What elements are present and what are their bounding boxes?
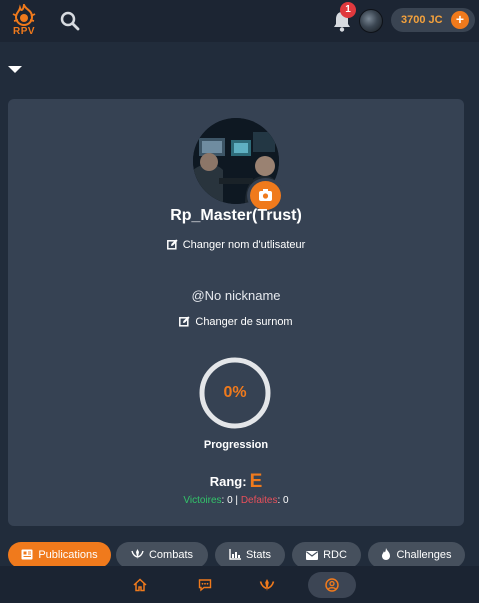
progress-label: Progression — [203, 439, 269, 451]
chart-icon — [229, 549, 241, 560]
tab-challenges[interactable]: Challenges — [368, 542, 465, 568]
rpv-logo[interactable]: RPV — [10, 1, 38, 38]
swords-icon — [259, 579, 275, 591]
rank-label: Rang: — [209, 474, 247, 489]
chevron-down-icon[interactable] — [8, 66, 22, 73]
tab-label: RDC — [323, 549, 347, 561]
rank-value: E — [249, 471, 263, 492]
nav-combats[interactable] — [243, 572, 291, 598]
change-nickname-label: Changer de surnom — [195, 316, 293, 328]
victories-value: : 0 — [221, 495, 233, 506]
change-username-label: Changer nom d'utlisateur — [182, 239, 306, 251]
home-icon — [133, 578, 147, 592]
avatar[interactable] — [359, 9, 383, 33]
nickname: @No nickname — [191, 288, 281, 303]
stats-separator: | — [232, 495, 241, 506]
defeats-value: : 0 — [277, 495, 289, 506]
tab-label: Publications — [38, 549, 98, 561]
profile-card: Rp_Master(Trust) Changer nom d'utlisateu… — [8, 99, 464, 526]
coins-balance[interactable]: 3700 JC + — [391, 8, 475, 32]
coins-label: 3700 JC — [401, 14, 443, 26]
change-nickname-link[interactable]: Changer de surnom — [8, 316, 464, 328]
chat-icon — [198, 579, 212, 592]
search-icon[interactable] — [60, 11, 80, 31]
tab-label: Stats — [245, 549, 272, 561]
add-coins-button[interactable]: + — [451, 11, 469, 29]
edit-icon — [179, 316, 190, 327]
edit-icon — [166, 239, 178, 250]
tab-publications[interactable]: Publications — [8, 542, 111, 568]
tab-label: Combats — [148, 549, 194, 561]
tab-combats[interactable]: Combats — [116, 542, 208, 568]
envelope-icon — [306, 551, 319, 560]
tab-label: Challenges — [396, 549, 452, 561]
top-bar: RPV 1 3700 JC + — [0, 0, 479, 42]
defeats-label: Defaites — [240, 495, 278, 506]
logo-text: RPV — [12, 26, 36, 37]
user-circle-icon — [325, 578, 339, 592]
nav-home[interactable] — [116, 572, 164, 598]
nav-profile[interactable] — [308, 572, 356, 598]
victories-label: Victoires — [183, 495, 222, 506]
win-loss-stats: Victoires: 0 | Defaites: 0 — [8, 495, 464, 506]
tab-stats[interactable]: Stats — [215, 542, 285, 568]
notification-badge: 1 — [340, 2, 356, 18]
bottom-nav — [0, 566, 479, 603]
swords-icon — [131, 549, 144, 559]
rank: Rang: E — [8, 471, 464, 493]
newspaper-icon — [21, 549, 33, 560]
fire-icon — [382, 548, 391, 560]
nav-chat[interactable] — [181, 572, 229, 598]
camera-icon — [259, 189, 272, 201]
username: Rp_Master(Trust) — [170, 207, 302, 224]
flame-logo-icon — [12, 1, 36, 27]
tab-rdc[interactable]: RDC — [292, 542, 361, 568]
progress-percent: 0% — [223, 384, 247, 401]
change-username-link[interactable]: Changer nom d'utlisateur — [8, 239, 464, 251]
